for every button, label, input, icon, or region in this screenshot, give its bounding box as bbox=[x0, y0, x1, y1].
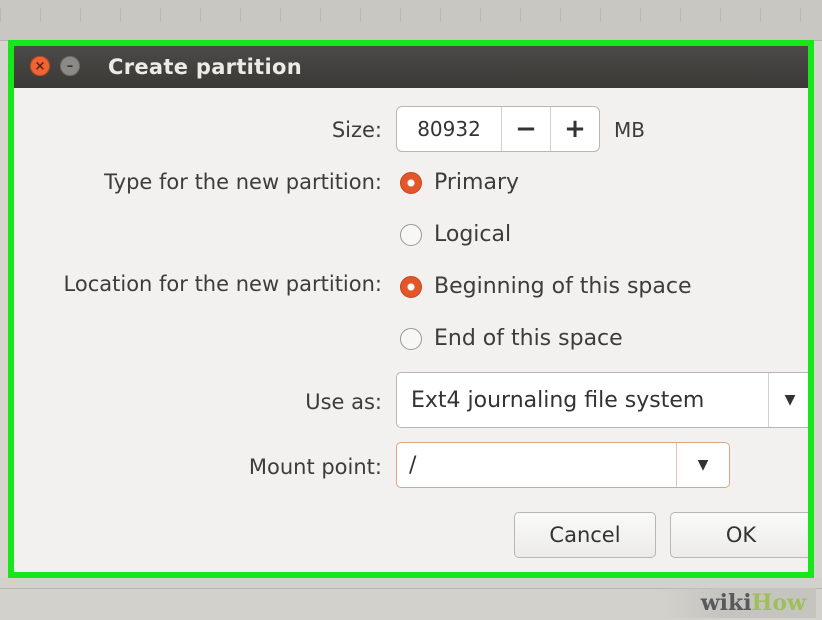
watermark-part-1: wiki bbox=[700, 590, 752, 616]
radio-end[interactable]: End of this space bbox=[400, 326, 623, 351]
dropdown-arrow-icon[interactable]: ▼ bbox=[768, 373, 808, 427]
use-as-dropdown[interactable]: Ext4 journaling file system ▼ bbox=[396, 372, 808, 428]
radio-logical[interactable]: Logical bbox=[400, 222, 511, 247]
background-window-top bbox=[0, 0, 822, 41]
dialog-title: Create partition bbox=[108, 55, 302, 79]
use-as-value: Ext4 journaling file system bbox=[411, 387, 705, 413]
ok-button[interactable]: OK bbox=[670, 512, 808, 558]
mount-point-value[interactable]: / bbox=[397, 453, 676, 478]
size-unit: MB bbox=[614, 118, 645, 142]
title-bar: × – Create partition bbox=[14, 46, 808, 88]
radio-beginning-label: Beginning of this space bbox=[434, 274, 692, 299]
radio-primary-label: Primary bbox=[434, 170, 520, 195]
decrease-size-button[interactable]: − bbox=[501, 107, 550, 151]
background-column-lines bbox=[0, 8, 822, 22]
radio-selected-indicator[interactable] bbox=[400, 275, 422, 298]
radio-beginning[interactable]: Beginning of this space bbox=[400, 274, 691, 299]
increase-size-button[interactable]: + bbox=[550, 107, 599, 151]
mount-point-combobox[interactable]: / ▼ bbox=[396, 442, 730, 488]
cancel-button[interactable]: Cancel bbox=[514, 512, 656, 558]
create-partition-dialog: × – Create partition Size: 80932 − + MB … bbox=[14, 46, 808, 572]
mount-point-label: Mount point: bbox=[248, 455, 382, 479]
close-icon[interactable]: × bbox=[30, 56, 50, 76]
radio-selected-indicator[interactable] bbox=[400, 171, 422, 194]
radio-primary[interactable]: Primary bbox=[400, 170, 519, 195]
use-as-label: Use as: bbox=[305, 390, 382, 414]
radio-end-label: End of this space bbox=[434, 326, 623, 351]
wikihow-watermark: wikiHow bbox=[660, 588, 816, 618]
watermark-part-2: How bbox=[751, 590, 806, 616]
type-label: Type for the new partition: bbox=[104, 170, 382, 194]
radio-logical-label: Logical bbox=[434, 222, 512, 247]
size-label: Size: bbox=[331, 118, 382, 142]
size-value[interactable]: 80932 bbox=[397, 117, 501, 141]
location-label: Location for the new partition: bbox=[63, 272, 382, 296]
dropdown-arrow-icon[interactable]: ▼ bbox=[676, 443, 729, 487]
radio-unselected-indicator[interactable] bbox=[400, 327, 422, 350]
minimize-icon[interactable]: – bbox=[60, 56, 80, 76]
size-stepper[interactable]: 80932 − + bbox=[396, 106, 600, 152]
radio-unselected-indicator[interactable] bbox=[400, 223, 422, 246]
